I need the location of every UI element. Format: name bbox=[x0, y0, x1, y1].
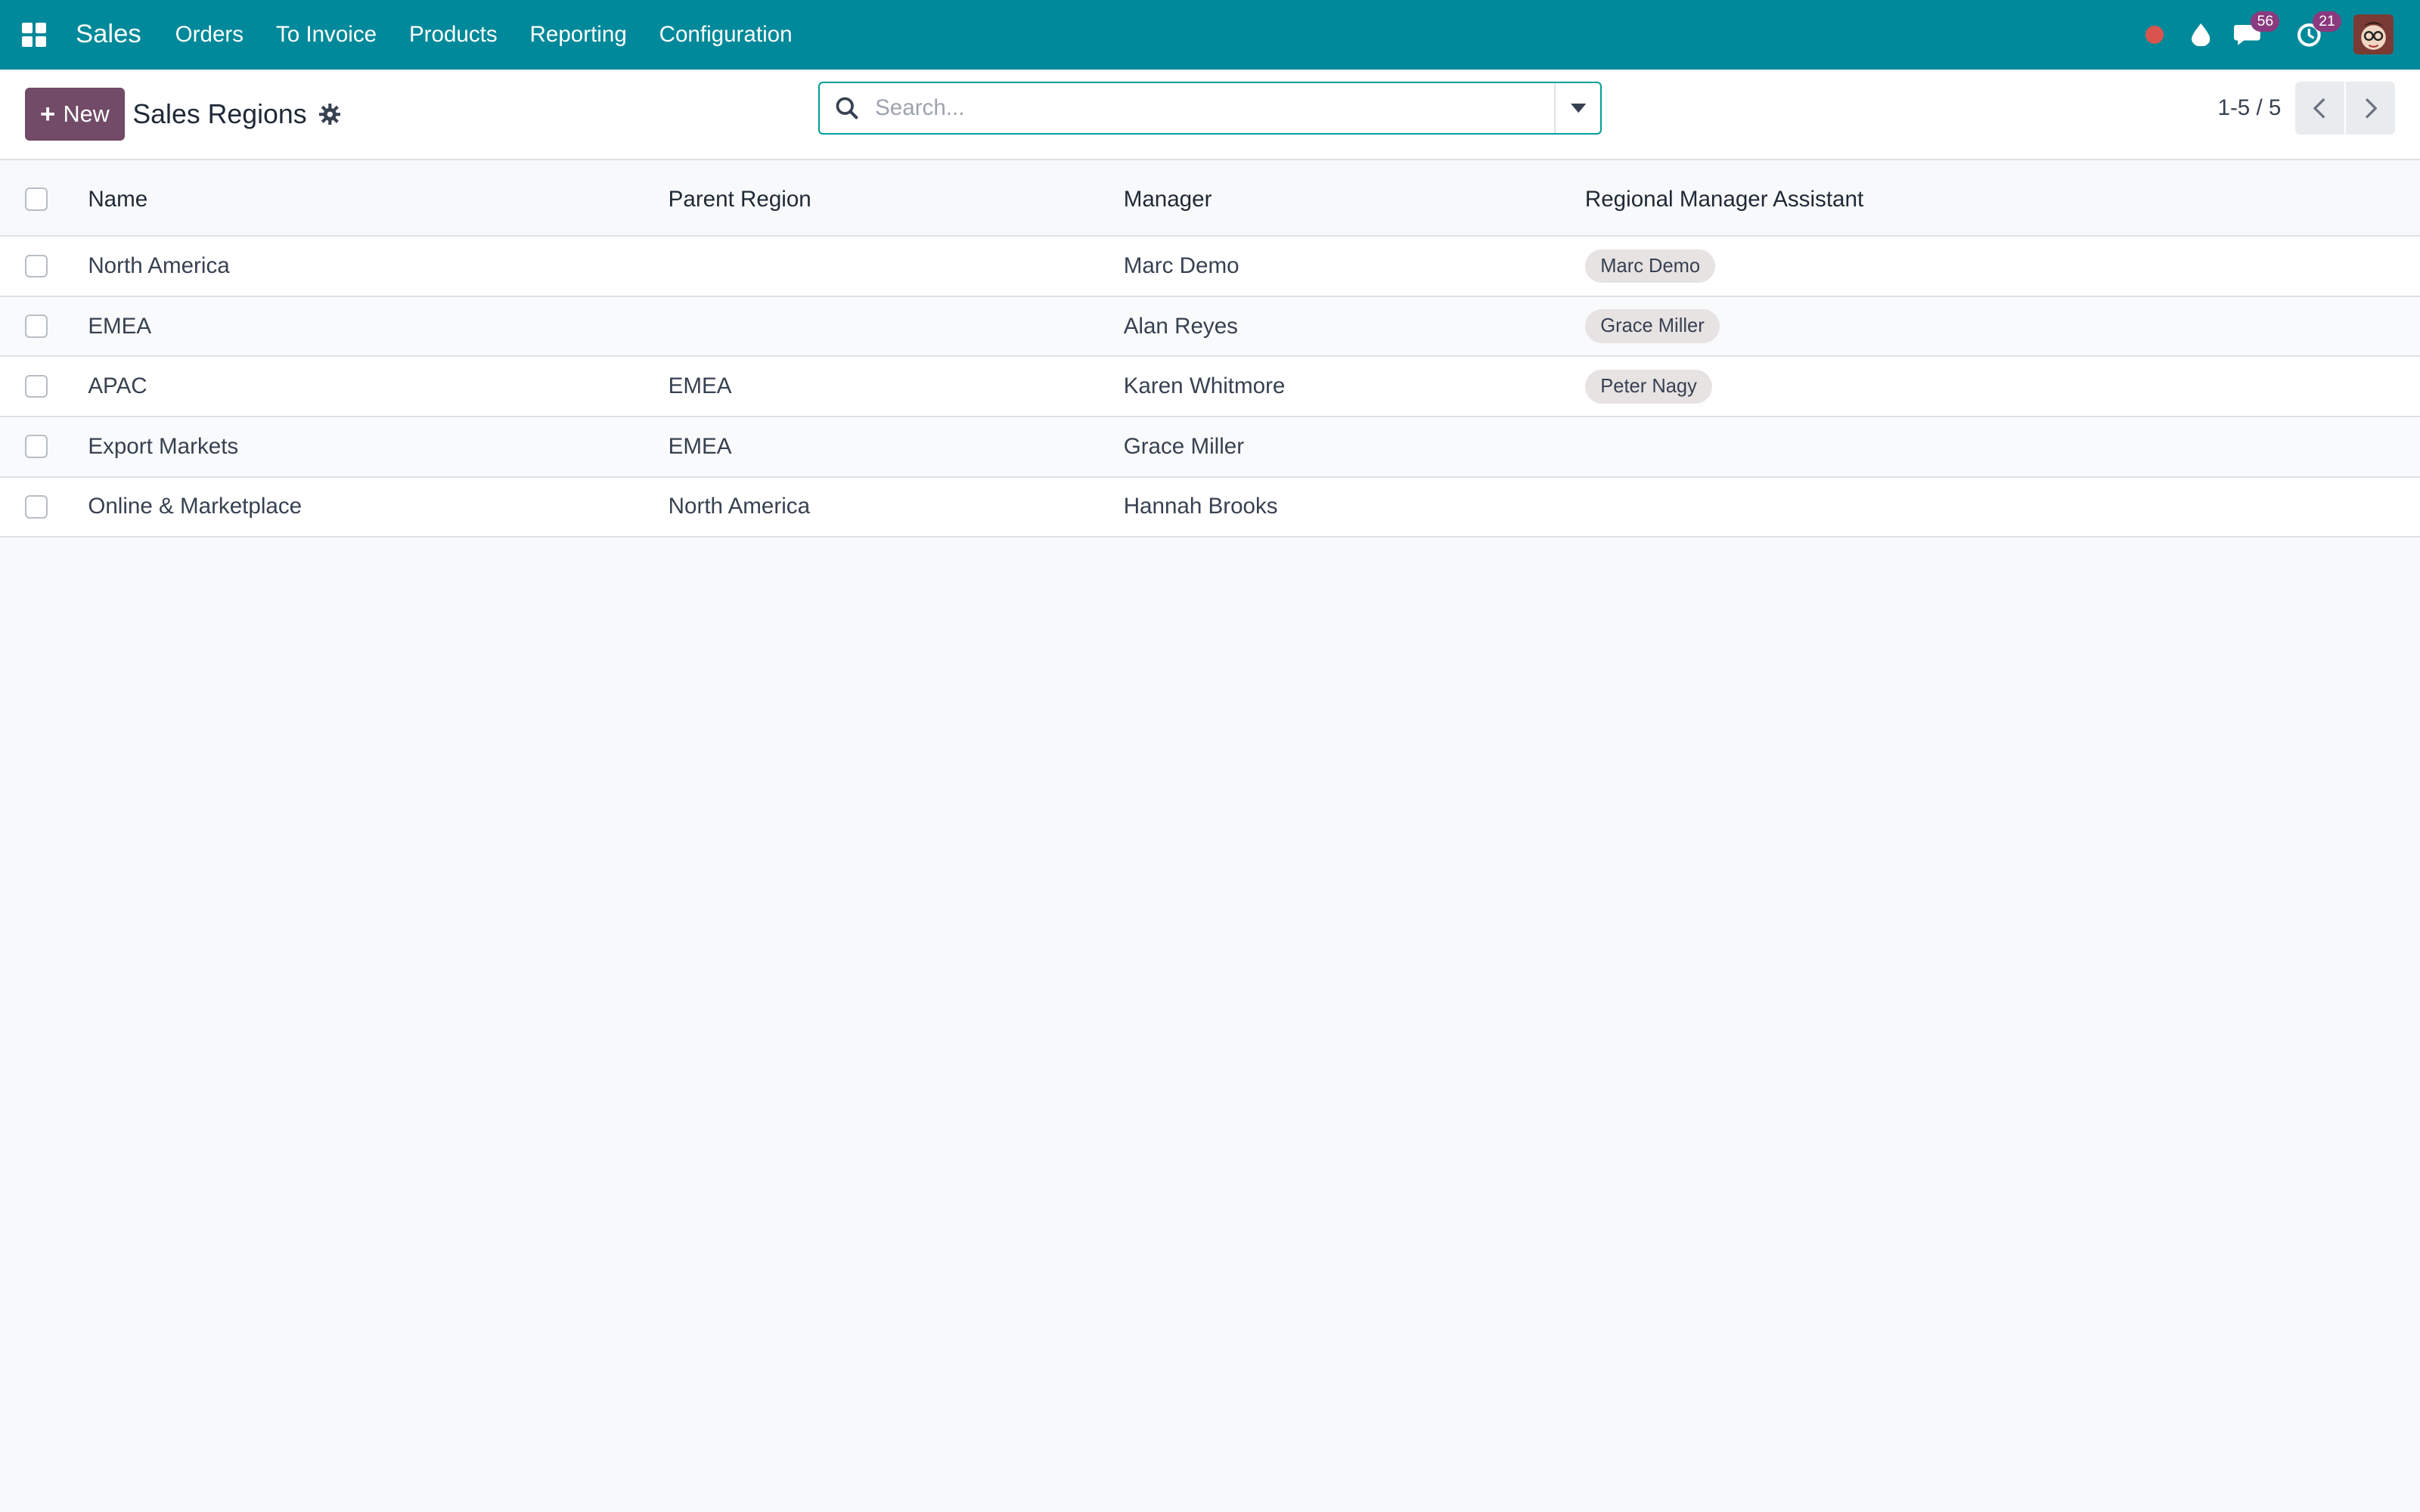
column-header-parent-region[interactable]: Parent Region bbox=[668, 160, 1124, 237]
cell-assistant[interactable]: Peter Nagy bbox=[1584, 356, 2420, 417]
app-brand[interactable]: Sales bbox=[76, 20, 141, 49]
cell-parent-region[interactable]: North America bbox=[668, 476, 1124, 538]
cell-name[interactable]: Online & Marketplace bbox=[70, 476, 669, 538]
activities-clock-icon[interactable]: 21 bbox=[2285, 11, 2341, 57]
activities-badge: 21 bbox=[2313, 11, 2341, 32]
chevron-right-icon bbox=[2365, 98, 2377, 119]
assistant-tag[interactable]: Grace Miller bbox=[1584, 309, 1720, 344]
messages-badge: 56 bbox=[2251, 11, 2280, 32]
cell-manager[interactable]: Alan Reyes bbox=[1123, 296, 1585, 358]
cell-name[interactable]: North America bbox=[70, 236, 669, 297]
top-navbar: Sales Orders To Invoice Products Reporti… bbox=[0, 0, 2420, 70]
droplet-icon[interactable] bbox=[2178, 11, 2224, 57]
plus-icon: + bbox=[40, 99, 56, 129]
row-checkbox[interactable] bbox=[24, 314, 48, 338]
recording-icon[interactable] bbox=[2131, 11, 2177, 57]
user-avatar[interactable] bbox=[2353, 14, 2394, 55]
cell-manager[interactable]: Karen Whitmore bbox=[1123, 356, 1585, 417]
cell-assistant[interactable]: Marc Demo bbox=[1584, 236, 2420, 297]
row-checkbox[interactable] bbox=[24, 254, 48, 278]
table-header-row: Name Parent Region Manager Regional Mana… bbox=[0, 160, 2420, 237]
column-header-manager[interactable]: Manager bbox=[1123, 160, 1585, 237]
column-header-regional-manager-assistant[interactable]: Regional Manager Assistant bbox=[1584, 160, 2420, 237]
caret-down-icon bbox=[1570, 103, 1586, 113]
cell-name[interactable]: APAC bbox=[70, 356, 669, 417]
pager-previous-button[interactable] bbox=[2294, 82, 2344, 135]
cell-manager[interactable]: Hannah Brooks bbox=[1123, 476, 1585, 538]
search-bar bbox=[818, 82, 1602, 135]
row-checkbox[interactable] bbox=[24, 374, 48, 398]
control-panel: + New Sales Regions Search... 1-5 / 5 bbox=[0, 69, 2420, 161]
messages-icon[interactable]: 56 bbox=[2224, 11, 2280, 57]
pager-value[interactable]: 1-5 / 5 bbox=[2218, 95, 2282, 121]
cell-parent-region[interactable]: EMEA bbox=[668, 356, 1124, 417]
cell-parent-region[interactable] bbox=[668, 236, 1124, 297]
new-button-label: New bbox=[63, 101, 110, 127]
cell-assistant[interactable] bbox=[1584, 476, 2420, 538]
select-all-checkbox[interactable] bbox=[24, 187, 48, 212]
table-row[interactable]: North America Marc Demo Marc Demo bbox=[0, 236, 2420, 297]
chevron-left-icon bbox=[2313, 98, 2325, 119]
cell-manager[interactable]: Grace Miller bbox=[1123, 416, 1585, 478]
pager-next-button[interactable] bbox=[2346, 82, 2396, 135]
gear-icon[interactable] bbox=[318, 103, 341, 125]
menu-orders[interactable]: Orders bbox=[175, 22, 244, 48]
cell-assistant[interactable]: Grace Miller bbox=[1584, 296, 2420, 358]
cell-manager[interactable]: Marc Demo bbox=[1123, 236, 1585, 297]
table-row[interactable]: Export Markets EMEA Grace Miller bbox=[0, 416, 2420, 478]
cell-assistant[interactable] bbox=[1584, 416, 2420, 478]
menu-to-invoice[interactable]: To Invoice bbox=[276, 22, 377, 48]
search-options-toggle[interactable] bbox=[1554, 83, 1600, 133]
table-row[interactable]: Online & Marketplace North America Hanna… bbox=[0, 476, 2420, 538]
assistant-tag[interactable]: Peter Nagy bbox=[1584, 369, 1713, 404]
row-checkbox[interactable] bbox=[24, 435, 48, 459]
table-row[interactable]: EMEA Alan Reyes Grace Miller bbox=[0, 296, 2420, 358]
new-button[interactable]: + New bbox=[24, 88, 126, 141]
cell-name[interactable]: Export Markets bbox=[70, 416, 669, 478]
pager: 1-5 / 5 bbox=[2218, 82, 2396, 135]
row-checkbox[interactable] bbox=[24, 495, 48, 519]
cell-parent-region[interactable] bbox=[668, 296, 1124, 358]
regions-table: Name Parent Region Manager Regional Mana… bbox=[0, 160, 2420, 538]
menu-products[interactable]: Products bbox=[409, 22, 498, 48]
apps-menu-icon[interactable] bbox=[18, 20, 49, 51]
cell-name[interactable]: EMEA bbox=[70, 296, 669, 358]
search-icon bbox=[820, 97, 875, 120]
column-header-name[interactable]: Name bbox=[70, 160, 669, 237]
table-row[interactable]: APAC EMEA Karen Whitmore Peter Nagy bbox=[0, 356, 2420, 417]
page-title: Sales Regions bbox=[132, 98, 307, 129]
assistant-tag[interactable]: Marc Demo bbox=[1584, 249, 1716, 284]
cell-parent-region[interactable]: EMEA bbox=[668, 416, 1124, 478]
menu-reporting[interactable]: Reporting bbox=[530, 22, 627, 48]
search-input[interactable] bbox=[875, 94, 1555, 121]
menu-configuration[interactable]: Configuration bbox=[659, 22, 793, 48]
